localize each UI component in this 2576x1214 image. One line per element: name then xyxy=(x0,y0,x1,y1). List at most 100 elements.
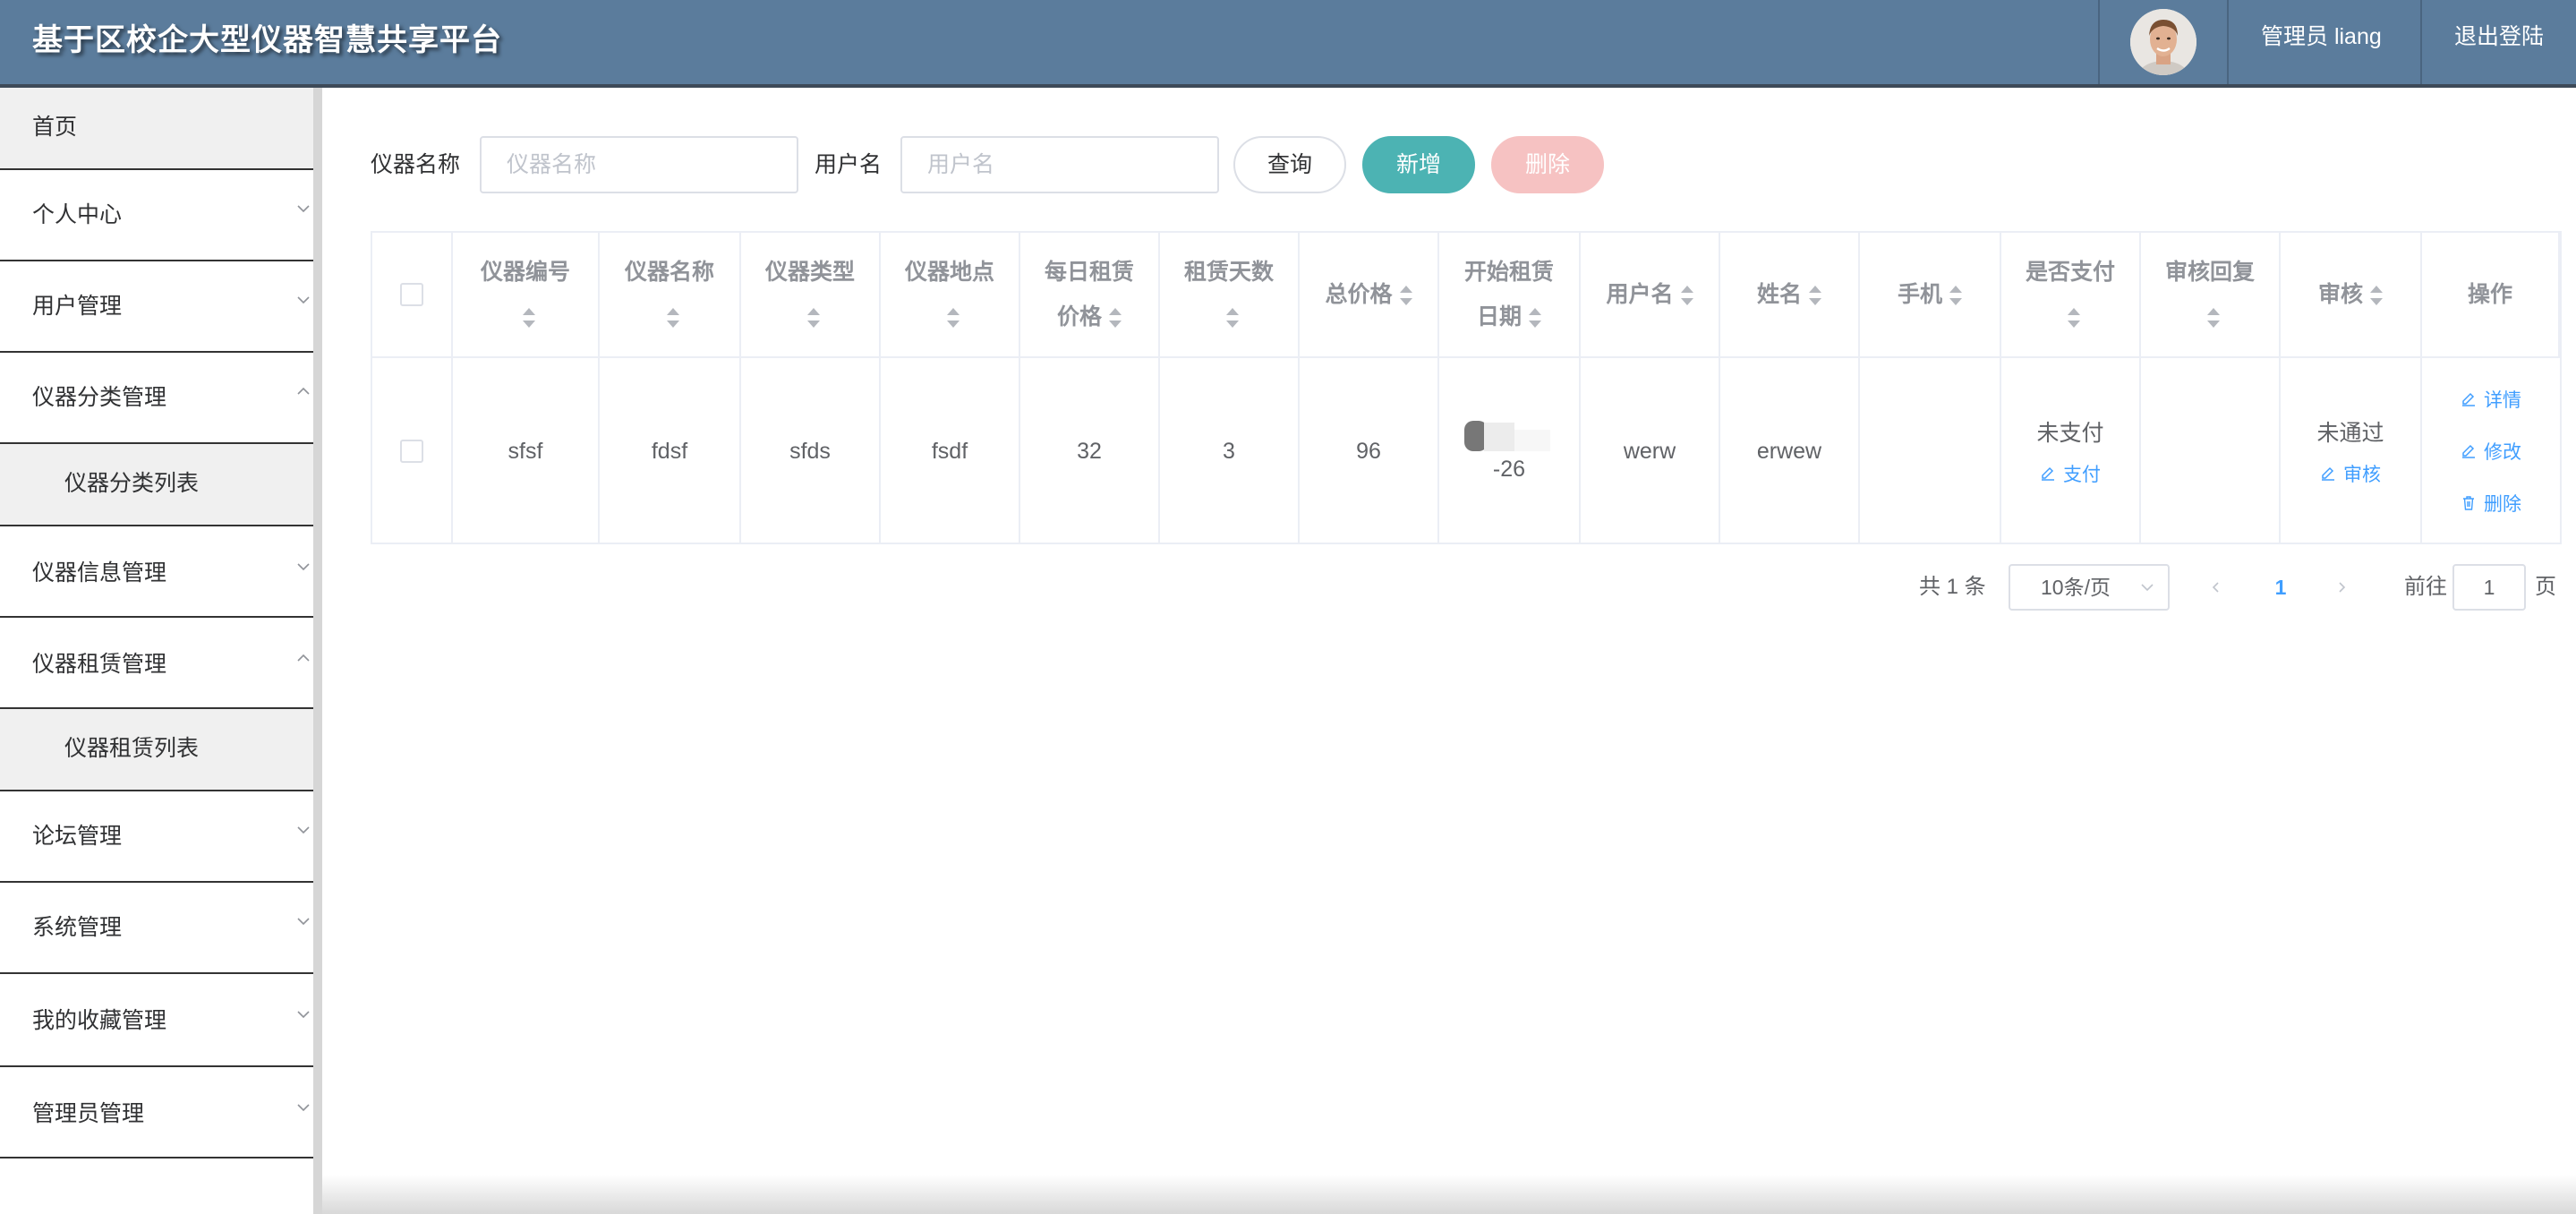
sidebar-item-label: 个人中心 xyxy=(32,202,123,227)
table-header-paid[interactable]: 是否支付 xyxy=(2001,233,2141,358)
cell-paid: 未支付 支付 xyxy=(2001,358,2141,544)
cell-start-date: -26 xyxy=(1439,358,1581,544)
instrument-name-label: 仪器名称 xyxy=(371,152,461,177)
sidebar-item-admins[interactable]: 管理员管理 xyxy=(0,1067,313,1158)
header-divider xyxy=(2227,0,2229,84)
sidebar-item-personal-center[interactable]: 个人中心 xyxy=(0,170,313,261)
select-all-checkbox[interactable] xyxy=(400,283,423,306)
add-button[interactable]: 新增 xyxy=(1362,136,1475,193)
sort-icon[interactable] xyxy=(1680,286,1693,306)
sort-icon[interactable] xyxy=(2206,308,2220,329)
rental-table: 仪器编号 仪器名称 仪器类型 仪器地点 每日租赁 价格 租赁天数 总价格 开始租赁… xyxy=(371,231,2562,544)
sidebar-item-category-list[interactable]: 仪器分类列表 xyxy=(0,444,313,526)
sort-icon[interactable] xyxy=(946,308,960,329)
chevron-up-icon xyxy=(297,387,310,395)
table-header-audit[interactable]: 审核 xyxy=(2281,233,2422,358)
header-label: 是否支付 xyxy=(2025,260,2115,285)
table-header-name[interactable]: 仪器名称 xyxy=(600,233,741,358)
prev-page-button[interactable] xyxy=(2198,564,2234,611)
sort-icon[interactable] xyxy=(2370,286,2383,306)
sidebar-item-category-management[interactable]: 仪器分类管理 xyxy=(0,353,313,444)
table-header-fullname[interactable]: 姓名 xyxy=(1720,233,1860,358)
sidebar-item-label: 仪器信息管理 xyxy=(32,560,167,586)
next-page-button[interactable] xyxy=(2324,564,2359,611)
sort-icon[interactable] xyxy=(1109,308,1122,329)
chevron-down-icon xyxy=(297,1011,310,1019)
row-checkbox[interactable] xyxy=(400,440,423,463)
sort-icon[interactable] xyxy=(1529,308,1541,329)
delete-link[interactable]: 删除 xyxy=(2461,490,2521,517)
sort-icon[interactable] xyxy=(1809,286,1821,306)
header-label: 审核 xyxy=(2317,282,2363,307)
page-size-select[interactable]: 10条/页 xyxy=(2009,564,2170,611)
table-header-total-price[interactable]: 总价格 xyxy=(1300,233,1439,358)
table-header-type[interactable]: 仪器类型 xyxy=(741,233,881,358)
sidebar-item-users[interactable]: 用户管理 xyxy=(0,261,313,353)
header-label: 姓名 xyxy=(1756,282,1802,307)
sidebar-item-home[interactable]: 首页 xyxy=(0,88,313,170)
cell-actions: 详情 修改 删除 xyxy=(2422,358,2560,544)
audit-link[interactable]: 审核 xyxy=(2320,460,2381,487)
sort-icon[interactable] xyxy=(1399,286,1412,306)
cell-type: sfds xyxy=(741,358,881,544)
table-header-phone[interactable]: 手机 xyxy=(1860,233,2001,358)
header-label: 租赁天数 xyxy=(1183,260,1274,285)
audit-link-label: 审核 xyxy=(2342,465,2381,485)
batch-delete-button[interactable]: 删除 xyxy=(1491,136,1604,193)
header-label: 用户名 xyxy=(1606,282,1674,307)
sort-icon[interactable] xyxy=(666,308,679,329)
cell-fullname: erwew xyxy=(1720,358,1860,544)
sidebar-item-label: 论坛管理 xyxy=(32,824,123,849)
table-header-daily-price[interactable]: 每日租赁 价格 xyxy=(1020,233,1160,358)
edit-link[interactable]: 修改 xyxy=(2461,438,2521,465)
query-button[interactable]: 查询 xyxy=(1233,136,1346,193)
cell-name: fdsf xyxy=(600,358,741,544)
chevron-down-icon xyxy=(2141,584,2154,592)
sidebar: 首页 个人中心 用户管理 仪器分类管理 仪器分类列表 仪器信息管理 仪器租赁管理… xyxy=(0,88,322,1214)
detail-link[interactable]: 详情 xyxy=(2461,386,2521,413)
sidebar-item-label: 管理员管理 xyxy=(32,1101,145,1126)
start-date-text: -26 xyxy=(1492,456,1526,482)
sidebar-item-rental-list[interactable]: 仪器租赁列表 xyxy=(0,709,313,791)
logout-button[interactable]: 退出登陆 xyxy=(2454,18,2544,56)
cell-location: fsdf xyxy=(881,358,1020,544)
table-header-location[interactable]: 仪器地点 xyxy=(881,233,1020,358)
username-input[interactable] xyxy=(900,136,1219,193)
edit-icon xyxy=(2321,466,2334,481)
app-title: 基于区校企大型仪器智慧共享平台 xyxy=(32,23,502,57)
sort-icon[interactable] xyxy=(522,308,535,329)
sidebar-item-system[interactable]: 系统管理 xyxy=(0,883,313,974)
detail-link-label: 详情 xyxy=(2484,390,2521,411)
table-header-code[interactable]: 仪器编号 xyxy=(453,233,600,358)
cell-phone xyxy=(1860,358,2001,544)
sort-icon[interactable] xyxy=(806,308,820,329)
chevron-down-icon xyxy=(297,918,310,926)
header-label: 价格 xyxy=(1056,304,1102,329)
cell-rental-days: 3 xyxy=(1160,358,1300,544)
page-suffix-label: 页 xyxy=(2535,575,2556,599)
sidebar-item-favorites[interactable]: 我的收藏管理 xyxy=(0,974,313,1067)
sidebar-item-label: 首页 xyxy=(32,115,78,140)
sidebar-item-rental-management[interactable]: 仪器租赁管理 xyxy=(0,618,313,709)
chevron-down-icon xyxy=(297,1104,310,1112)
sort-icon[interactable] xyxy=(1225,308,1239,329)
goto-page-input[interactable] xyxy=(2452,564,2526,611)
sidebar-item-label: 仪器分类管理 xyxy=(32,385,167,410)
header-label: 开始租赁 xyxy=(1463,260,1554,285)
table-header-rental-days[interactable]: 租赁天数 xyxy=(1160,233,1300,358)
top-header: 基于区校企大型仪器智慧共享平台 管理员 liang 退出登陆 xyxy=(0,0,2576,88)
table-header-username[interactable]: 用户名 xyxy=(1581,233,1720,358)
pay-link[interactable]: 支付 xyxy=(2040,460,2101,487)
instrument-name-input[interactable] xyxy=(480,136,798,193)
cell-username: werw xyxy=(1581,358,1720,544)
sort-icon[interactable] xyxy=(2067,308,2080,329)
table-header-start-date[interactable]: 开始租赁 日期 xyxy=(1439,233,1581,358)
redacted-date-block xyxy=(1464,420,1550,451)
sidebar-item-forum[interactable]: 论坛管理 xyxy=(0,791,313,883)
avatar[interactable] xyxy=(2130,9,2196,75)
sidebar-item-instrument-info[interactable]: 仪器信息管理 xyxy=(0,526,313,618)
page-number[interactable]: 1 xyxy=(2263,564,2299,611)
sort-icon[interactable] xyxy=(1949,286,1962,306)
table-header-audit-reply[interactable]: 审核回复 xyxy=(2141,233,2281,358)
avatar-image xyxy=(2130,9,2196,75)
